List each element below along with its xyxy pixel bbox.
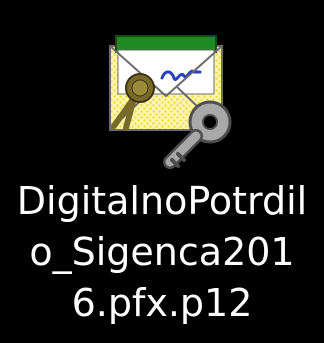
file-name-label[interactable]: DigitalnoPotrdil o_Sigenca201 6.pfx.p12 — [4, 176, 320, 336]
file-name-line-3: 6.pfx.p12 — [4, 278, 320, 329]
file-name-line-1-text: DigitalnoPotrdil — [14, 179, 310, 223]
file-name-line-2-text: o_Sigenca201 — [27, 230, 297, 274]
file-name-line-3-text: 6.pfx.p12 — [69, 281, 255, 325]
file-name-line-1: DigitalnoPotrdil — [4, 176, 320, 227]
desktop-file-icon[interactable]: DigitalnoPotrdil o_Sigenca201 6.pfx.p12 — [0, 0, 324, 343]
certificate-key-icon — [92, 20, 242, 170]
file-name-line-2: o_Sigenca201 — [4, 227, 320, 278]
